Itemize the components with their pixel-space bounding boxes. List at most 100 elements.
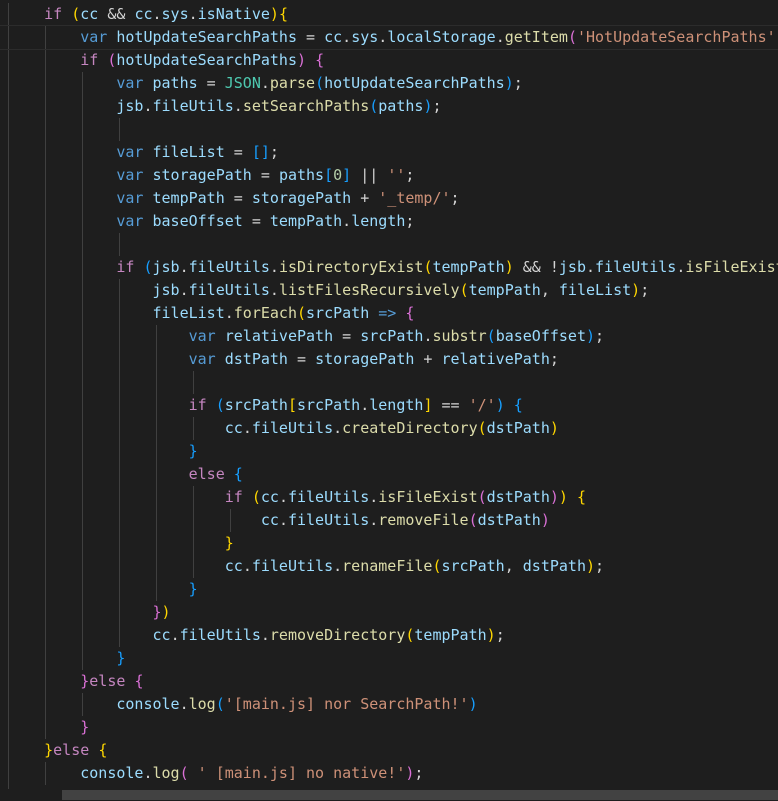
code-token: = xyxy=(224,143,252,161)
code-token: . xyxy=(333,419,343,437)
code-token: . xyxy=(495,28,505,46)
code-line[interactable]: } xyxy=(0,578,778,601)
code-token: { xyxy=(233,465,243,483)
code-token: removeFile xyxy=(378,511,469,529)
code-token: hotUpdateSearchPaths xyxy=(116,51,297,69)
code-line[interactable]: var paths = JSON.parse(hotUpdateSearchPa… xyxy=(0,72,778,95)
code-token: || xyxy=(351,166,388,184)
code-line[interactable] xyxy=(0,118,778,141)
code-line[interactable]: var hotUpdateSearchPaths = cc.sys.localS… xyxy=(0,25,778,50)
horizontal-scrollbar[interactable] xyxy=(0,789,778,801)
code-token: { xyxy=(134,672,144,690)
code-line[interactable]: var baseOffset = tempPath.length; xyxy=(0,210,778,233)
code-token: == xyxy=(432,396,469,414)
code-token: , xyxy=(504,557,523,575)
code-line[interactable]: if (cc && cc.sys.isNative){ xyxy=(0,3,778,26)
code-line[interactable]: if (cc.fileUtils.isFileExist(dstPath)) { xyxy=(0,486,778,509)
code-editor[interactable]: if (cc && cc.sys.isNative){ var hotUpdat… xyxy=(0,0,778,801)
code-line[interactable]: } xyxy=(0,532,778,555)
code-token: ) xyxy=(631,281,641,299)
code-line[interactable]: if (jsb.fileUtils.isDirectoryExist(tempP… xyxy=(0,256,778,279)
code-token: = xyxy=(333,327,361,345)
code-line[interactable] xyxy=(0,233,778,256)
code-token: forEach xyxy=(233,304,297,322)
code-line[interactable]: }else { xyxy=(0,670,778,693)
code-token: if xyxy=(116,258,135,276)
code-token: var xyxy=(188,327,216,345)
code-token: createDirectory xyxy=(342,419,478,437)
code-line[interactable]: cc.fileUtils.removeDirectory(tempPath); xyxy=(0,624,778,647)
code-line[interactable]: fileList.forEach(srcPath => { xyxy=(0,302,778,325)
code-token: . xyxy=(143,97,153,115)
code-line[interactable]: else { xyxy=(0,463,778,486)
code-line[interactable]: jsb.fileUtils.setSearchPaths(paths); xyxy=(0,95,778,118)
code-token: . xyxy=(224,304,234,322)
code-line[interactable]: var relativePath = srcPath.substr(baseOf… xyxy=(0,325,778,348)
code-token: ) xyxy=(504,74,514,92)
code-line[interactable]: var dstPath = storagePath + relativePath… xyxy=(0,348,778,371)
code-token: isNative xyxy=(197,5,270,23)
code-token: } xyxy=(224,534,234,552)
code-token: cc xyxy=(80,5,99,23)
code-token: hotUpdateSearchPaths xyxy=(116,28,297,46)
code-line[interactable]: var tempPath = storagePath + '_temp/'; xyxy=(0,187,778,210)
code-token: localStorage xyxy=(387,28,496,46)
code-token: paths xyxy=(152,74,198,92)
code-token: jsb xyxy=(152,281,180,299)
code-token: sys xyxy=(351,28,379,46)
code-token: ; xyxy=(640,281,650,299)
code-token: if xyxy=(44,5,63,23)
code-line[interactable]: var storagePath = paths[0] || ''; xyxy=(0,164,778,187)
code-token: [ xyxy=(324,166,334,184)
code-line[interactable]: cc.fileUtils.renameFile(srcPath, dstPath… xyxy=(0,555,778,578)
code-line[interactable]: var fileList = []; xyxy=(0,141,778,164)
code-token: if xyxy=(224,488,243,506)
code-token: ) xyxy=(161,603,171,621)
code-line[interactable]: if (srcPath[srcPath.length] == '/') { xyxy=(0,394,778,417)
code-line[interactable]: console.log('[main.js] nor SearchPath!') xyxy=(0,693,778,716)
code-token: cc xyxy=(224,419,243,437)
code-line[interactable]: } xyxy=(0,716,778,739)
code-token: ( xyxy=(486,327,496,345)
code-token: isFileExist xyxy=(685,258,778,276)
code-token: . xyxy=(242,419,252,437)
code-token: log xyxy=(188,695,216,713)
code-token: fileUtils xyxy=(179,626,261,644)
code-line[interactable]: } xyxy=(0,647,778,670)
code-token: tempPath xyxy=(414,626,487,644)
code-token: { xyxy=(315,51,325,69)
scrollbar-thumb[interactable] xyxy=(62,790,778,800)
code-line[interactable]: } xyxy=(0,440,778,463)
code-token: . xyxy=(242,557,252,575)
code-token: console xyxy=(80,764,144,782)
code-token: ) xyxy=(549,488,559,506)
code-token: ; xyxy=(405,212,415,230)
code-line[interactable]: console.log( ' [main.js] no native!'); xyxy=(0,762,778,785)
code-token: paths xyxy=(278,166,325,184)
code-token: parse xyxy=(269,74,316,92)
code-line[interactable]: }) xyxy=(0,601,778,624)
code-token: ( xyxy=(567,28,577,46)
code-token: isDirectoryExist xyxy=(278,258,424,276)
code-token: ( xyxy=(459,281,469,299)
code-token: { xyxy=(576,488,586,506)
code-line[interactable]: cc.fileUtils.createDirectory(dstPath) xyxy=(0,417,778,440)
code-line[interactable]: if (hotUpdateSearchPaths) { xyxy=(0,49,778,72)
code-token: '[main.js] nor SearchPath!' xyxy=(224,695,469,713)
code-line[interactable]: jsb.fileUtils.listFilesRecursively(tempP… xyxy=(0,279,778,302)
code-token: = xyxy=(251,166,279,184)
code-line[interactable]: }else { xyxy=(0,739,778,762)
code-line[interactable]: cc.fileUtils.removeFile(dstPath) xyxy=(0,509,778,532)
code-line[interactable] xyxy=(0,371,778,394)
